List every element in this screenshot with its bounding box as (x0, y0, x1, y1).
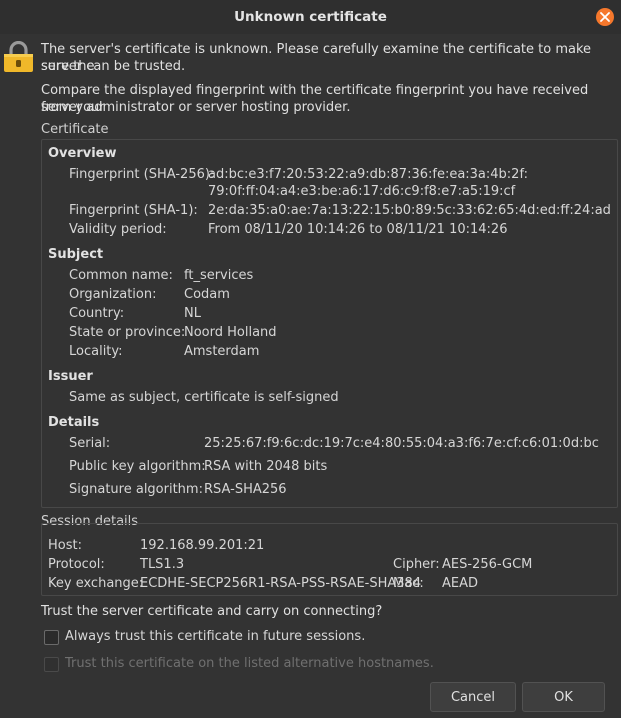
close-button[interactable] (596, 8, 614, 26)
mac-value: AEAD (442, 576, 479, 591)
state-value: Noord Holland (184, 325, 277, 340)
fingerprint-sha256-value-cont: 79:0f:ff:04:a4:e3:be:a6:17:d6:c9:f8:e7:a… (208, 184, 516, 199)
state-label: State or province: (69, 325, 186, 340)
mac-label: Mac: (393, 576, 424, 591)
public-key-value: RSA with 2048 bits (204, 459, 328, 474)
signature-label: Signature algorithm: (69, 482, 203, 497)
issuer-text: Same as subject, certificate is self-sig… (69, 390, 339, 405)
key-exchange-label: Key exchange: (48, 576, 144, 591)
cipher-value: AES-256-GCM (442, 557, 533, 572)
common-name-value: ft_services (184, 268, 254, 283)
protocol-label: Protocol: (48, 557, 105, 572)
alt-hostnames-label: Trust this certificate on the listed alt… (65, 656, 434, 671)
organization-label: Organization: (69, 287, 157, 302)
common-name-label: Common name: (69, 268, 173, 283)
ok-button[interactable]: OK (522, 682, 605, 712)
details-heading: Details (48, 415, 100, 430)
subject-heading: Subject (48, 247, 104, 262)
fingerprint-sha256-value: ad:bc:e3:f7:20:53:22:a9:db:87:36:fe:ea:3… (208, 167, 528, 182)
public-key-label: Public key algorithm: (69, 459, 206, 474)
overview-heading: Overview (48, 146, 117, 161)
validity-value: From 08/11/20 10:14:26 to 08/11/21 10:14… (208, 222, 508, 237)
serial-label: Serial: (69, 436, 111, 451)
serial-value: 25:25:67:f9:6c:dc:19:7c:e4:80:55:04:a3:f… (204, 436, 599, 451)
country-value: NL (184, 306, 201, 321)
locality-label: Locality: (69, 344, 123, 359)
country-label: Country: (69, 306, 125, 321)
dialog-title: Unknown certificate (234, 9, 387, 25)
compare-message-line: server administrator or server hosting p… (41, 100, 351, 115)
signature-value: RSA-SHA256 (204, 482, 287, 497)
always-trust-label[interactable]: Always trust this certificate in future … (65, 629, 365, 644)
alt-hostnames-checkbox (44, 657, 59, 672)
validity-label: Validity period: (69, 222, 167, 237)
cipher-label: Cipher: (393, 557, 440, 572)
close-icon (600, 12, 610, 22)
organization-value: Codam (184, 287, 230, 302)
lock-icon (4, 41, 33, 72)
locality-value: Amsterdam (184, 344, 260, 359)
certificate-group-label: Certificate (41, 122, 109, 137)
cancel-button[interactable]: Cancel (430, 682, 516, 712)
fingerprint-sha1-value: 2e:da:35:a0:ae:7a:13:22:15:b0:89:5c:33:6… (208, 203, 611, 218)
trust-question: Trust the server certificate and carry o… (41, 604, 383, 619)
protocol-value: TLS1.3 (140, 557, 185, 572)
issuer-heading: Issuer (48, 369, 93, 384)
host-value: 192.168.99.201:21 (140, 538, 265, 553)
always-trust-checkbox[interactable] (44, 630, 59, 645)
fingerprint-sha1-label: Fingerprint (SHA-1): (69, 203, 198, 218)
fingerprint-sha256-label: Fingerprint (SHA-256): (69, 167, 215, 182)
warning-message-line: server can be trusted. (41, 59, 186, 74)
key-exchange-value: ECDHE-SECP256R1-RSA-PSS-RSAE-SHA384 (140, 576, 422, 591)
host-label: Host: (48, 538, 82, 553)
